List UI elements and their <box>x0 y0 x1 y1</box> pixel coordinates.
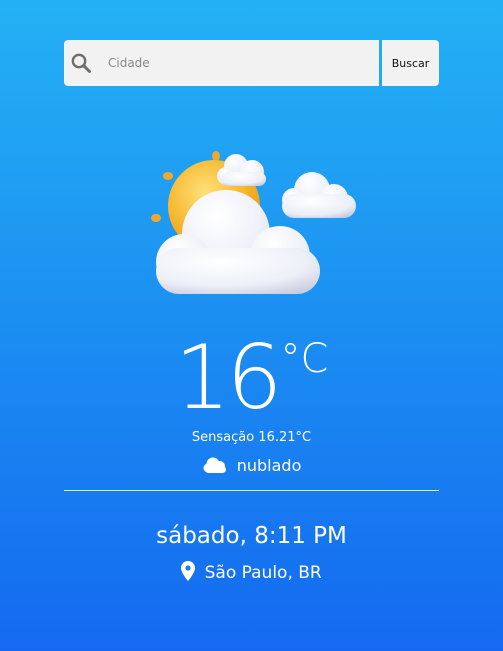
search-icon[interactable] <box>70 52 92 74</box>
divider <box>64 490 439 491</box>
weather-condition: nublado <box>0 454 503 478</box>
feels-like-text: Sensação 16.21°C <box>191 430 312 445</box>
temperature-value: 16 <box>174 326 283 429</box>
location-pin-icon <box>181 561 204 583</box>
location-text: São Paulo, BR <box>204 563 322 583</box>
cloud-icon <box>202 456 237 475</box>
condition-text: nublado <box>236 456 302 475</box>
search-button[interactable]: Buscar <box>382 40 439 86</box>
search-field-container[interactable] <box>64 40 379 86</box>
temperature-display: 16°C <box>0 334 503 422</box>
location: São Paulo, BR <box>0 560 503 586</box>
temperature-unit: °C <box>280 336 329 382</box>
date-time-text: sábado, 8:11 PM <box>156 523 347 549</box>
search-bar: Buscar <box>64 40 439 86</box>
sun-behind-clouds-icon <box>148 148 360 298</box>
city-search-input[interactable] <box>108 40 373 86</box>
